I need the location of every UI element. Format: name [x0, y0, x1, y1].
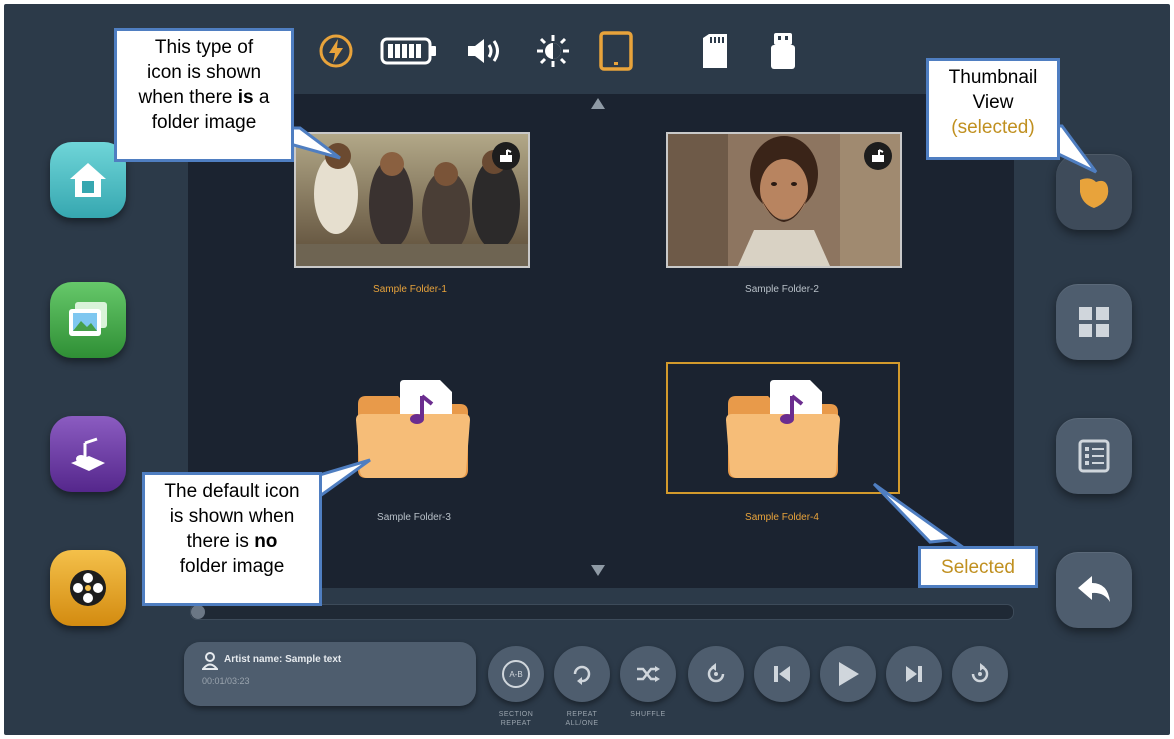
- callout-selected: Selected: [918, 546, 1038, 588]
- callout-folder-image: This type of icon is shown when there is…: [114, 28, 294, 162]
- callout-thumbnail-view: Thumbnail View (selected): [926, 58, 1060, 160]
- callout-default-icon: The default icon is shown when there is …: [142, 472, 322, 606]
